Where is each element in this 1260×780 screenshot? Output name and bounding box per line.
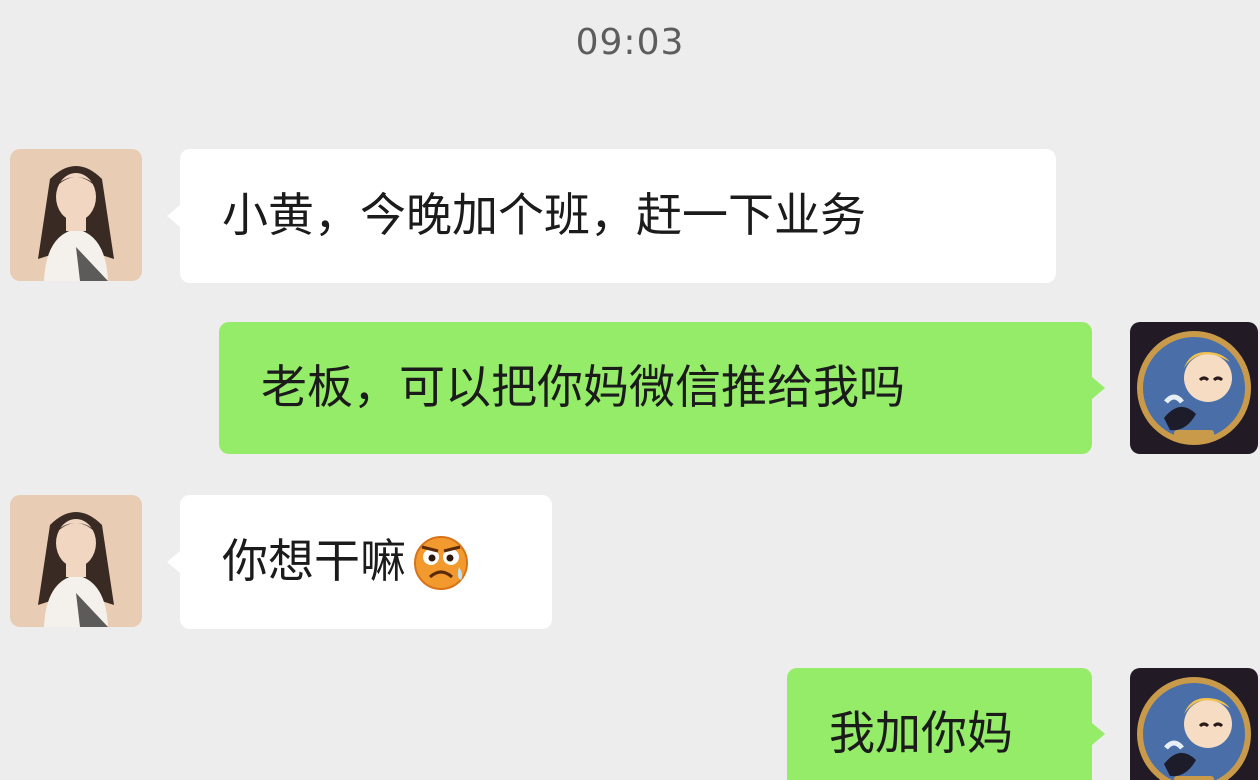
boss-avatar[interactable]: [10, 149, 142, 281]
bubble-tail: [1092, 377, 1105, 399]
message-bubble-incoming[interactable]: 小黄，今晚加个班，赶一下业务: [180, 149, 1056, 283]
woman-portrait-avatar-icon: [10, 149, 142, 281]
message-text: 小黄，今晚加个班，赶一下业务: [222, 188, 866, 243]
message-bubble-outgoing[interactable]: 我加你妈: [787, 668, 1092, 780]
boss-avatar[interactable]: [10, 495, 142, 627]
message-bubble-outgoing[interactable]: 老板，可以把你妈微信推给我吗: [219, 322, 1092, 454]
message-text: 老板，可以把你妈微信推给我吗: [261, 360, 905, 415]
anime-character-avatar-icon: [1130, 322, 1258, 454]
bubble-tail: [167, 551, 180, 573]
angry-sweat-emoji-icon: [412, 533, 470, 591]
bubble-tail: [1092, 723, 1105, 745]
message-text: 你想干嘛: [222, 534, 406, 589]
message-timestamp: 09:03: [575, 22, 685, 63]
message-text: 我加你妈: [829, 706, 1013, 761]
my-avatar[interactable]: [1130, 668, 1258, 780]
my-avatar[interactable]: [1130, 322, 1258, 454]
chat-window: 09:03 小黄，今晚加个班，赶一下业务 老板，可以把你妈微信推给我吗 你想干嘛…: [0, 0, 1260, 780]
anime-character-avatar-icon: [1130, 668, 1258, 780]
message-bubble-incoming[interactable]: 你想干嘛: [180, 495, 552, 629]
bubble-tail: [167, 205, 180, 227]
woman-portrait-avatar-icon: [10, 495, 142, 627]
